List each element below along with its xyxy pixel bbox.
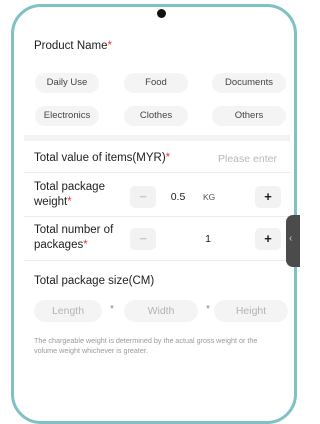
category-chip-clothes[interactable]: Clothes [124,106,188,126]
category-chip-daily-use[interactable]: Daily Use [35,73,99,93]
height-input[interactable]: Height [214,300,288,322]
count-value[interactable]: 1 [196,233,220,245]
length-input[interactable]: Length [34,300,102,322]
count-decrement-button[interactable]: − [130,228,156,250]
count-increment-button[interactable]: + [255,228,281,250]
side-drawer-handle[interactable]: ‹ [286,215,300,267]
size-separator: * [110,304,114,315]
package-count-label: Total number of packages* [34,224,114,251]
row-divider [24,172,290,173]
chargeable-weight-note: The chargeable weight is determined by t… [34,336,258,355]
weight-unit: KG [203,192,216,202]
product-name-label: Product Name* [34,40,112,52]
size-separator: * [206,304,210,315]
section-divider [24,135,290,141]
category-chip-food[interactable]: Food [124,73,188,93]
package-size-label: Total package size(CM) [34,275,155,287]
phone-frame [11,4,297,424]
total-value-label: Total value of items(MYR)* [34,152,171,164]
row-divider [24,216,290,217]
weight-decrement-button[interactable]: − [130,186,156,208]
package-weight-label: Total package weight* [34,181,105,208]
category-chip-others[interactable]: Others [212,106,286,126]
row-divider [24,260,290,261]
category-chip-documents[interactable]: Documents [212,73,286,93]
chevron-left-icon: ‹ [289,233,293,244]
width-input[interactable]: Width [124,300,198,322]
category-chip-electronics[interactable]: Electronics [35,106,99,126]
weight-value[interactable]: 0.5 [166,191,190,203]
weight-increment-button[interactable]: + [255,186,281,208]
camera-dot [157,9,166,18]
total-value-input[interactable]: Please enter [218,153,277,165]
